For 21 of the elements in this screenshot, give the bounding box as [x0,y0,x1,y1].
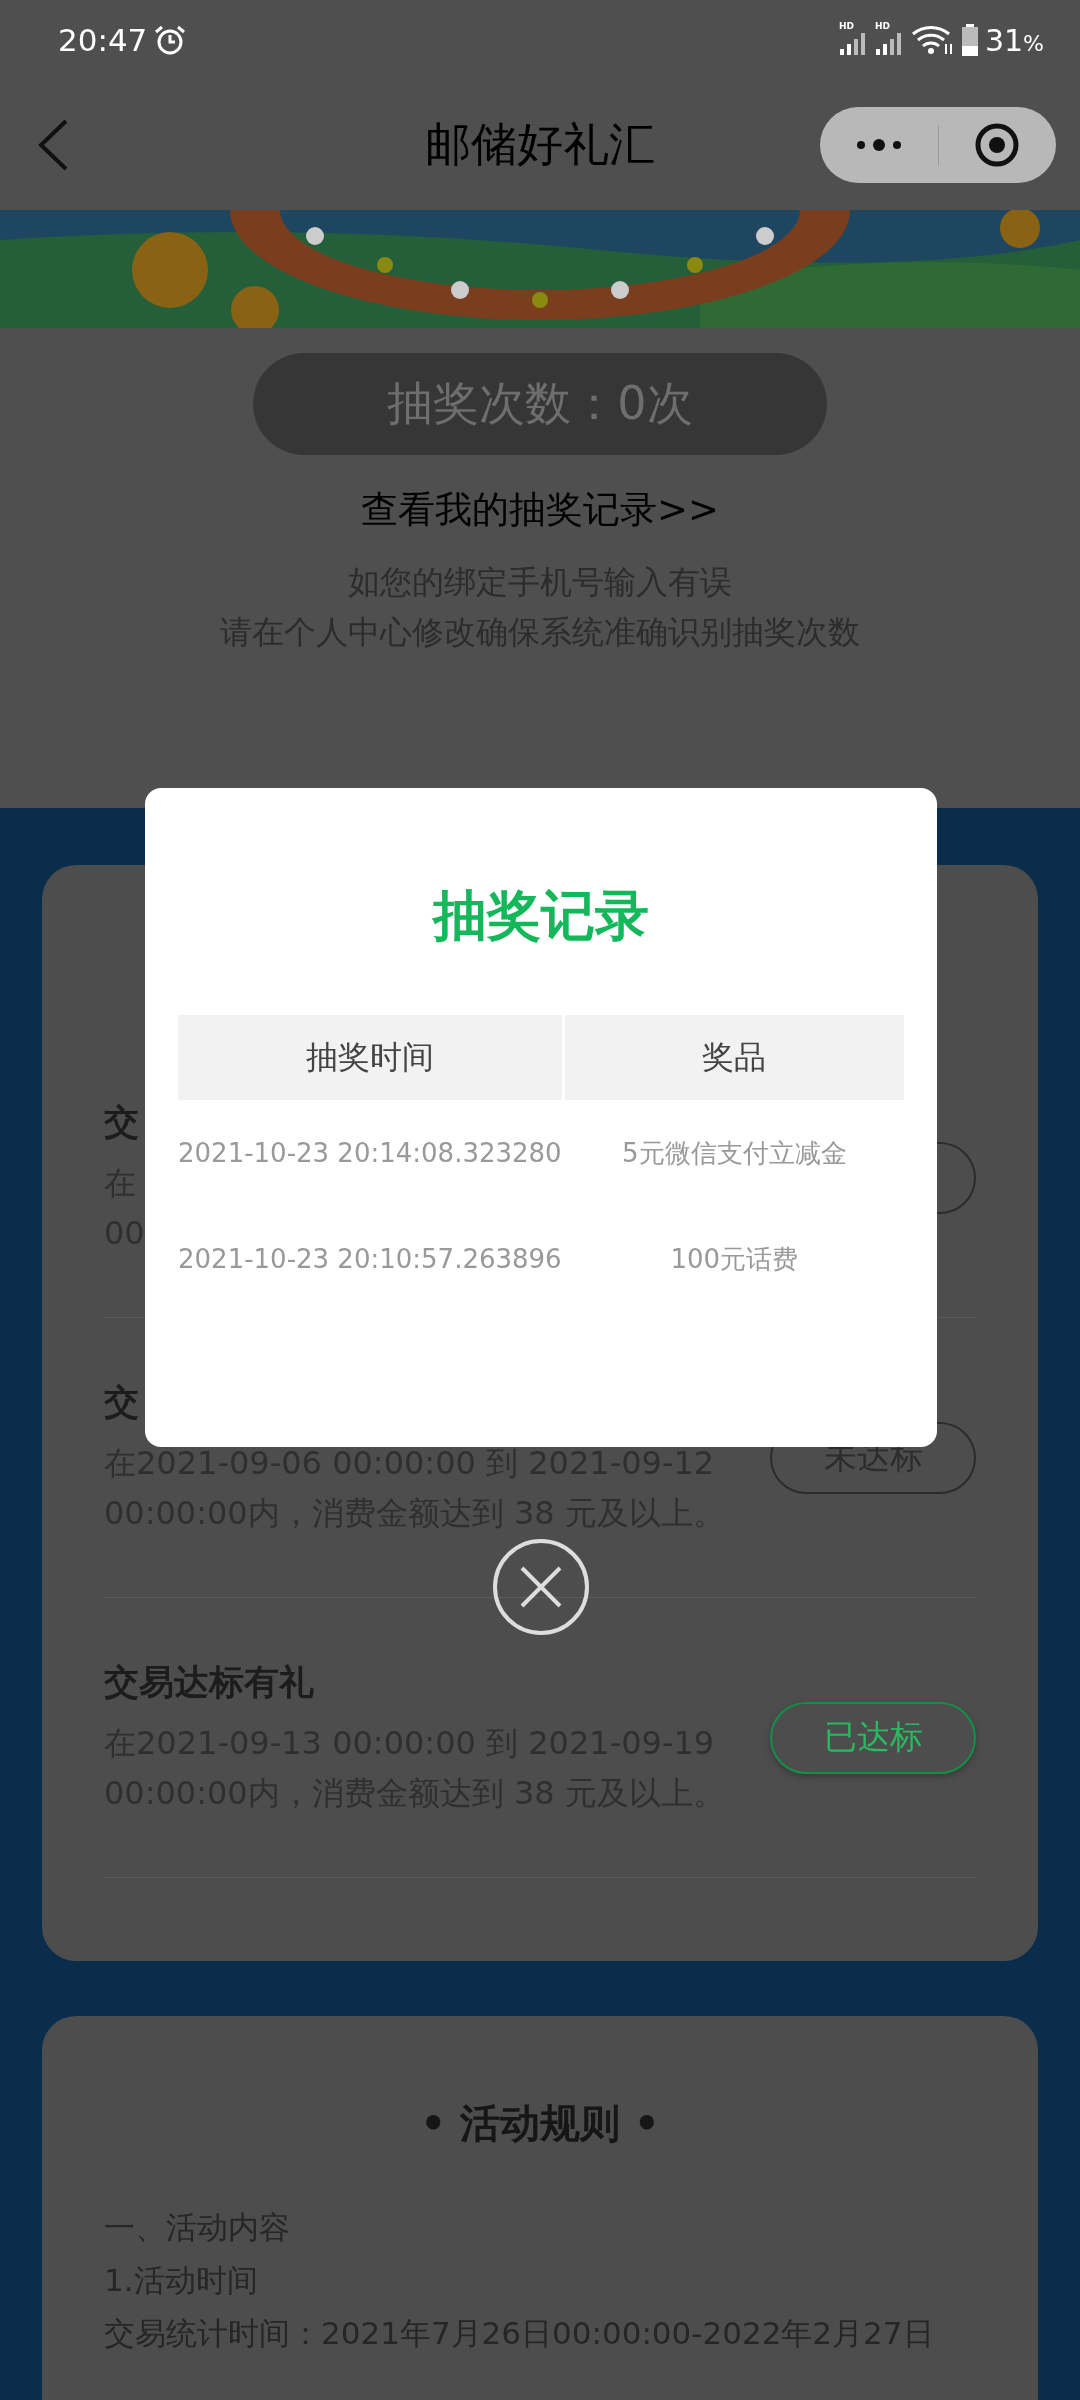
draw-record-link[interactable]: 查看我的抽奖记录>> [361,485,719,535]
battery-icon [960,24,979,56]
battery-level: 31% [984,22,1044,58]
column-header: 抽奖时间 [178,1015,562,1100]
clock-time: 20:47 [58,22,148,58]
page-title: 邮储好礼汇 [424,116,656,173]
target-icon [974,122,1021,168]
table-cell: 2021-10-23 20:10:57.263896 [178,1244,562,1274]
network-label: HD [838,21,854,31]
wifi-icon [910,24,955,56]
more-icon [855,138,902,152]
column-header: 奖品 [564,1015,904,1100]
dialog-title: 抽奖记录 [431,883,650,949]
close-button[interactable] [493,1539,589,1635]
table-cell-text: 100元话费 [670,1242,799,1276]
status-button[interactable]: 已达标 [770,1701,976,1774]
table-cell: 2021-10-23 20:14:08.323280 [178,1138,562,1168]
table-cell-text: 5元微信支付立减金 [622,1136,847,1170]
close-icon [519,1565,563,1609]
alarm-clock-icon [153,23,188,57]
network-label: HD [874,21,890,31]
